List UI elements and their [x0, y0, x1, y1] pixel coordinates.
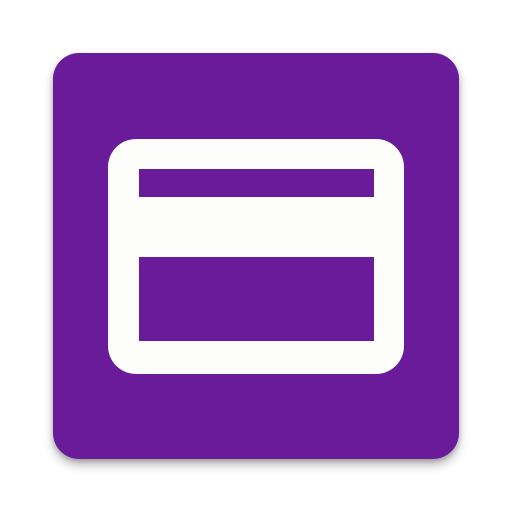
icon-canvas [0, 0, 512, 512]
app-icon[interactable] [53, 53, 459, 459]
credit-card-icon [53, 53, 459, 459]
card-magnetic-stripe [139, 169, 374, 197]
card-body-panel [139, 257, 374, 341]
